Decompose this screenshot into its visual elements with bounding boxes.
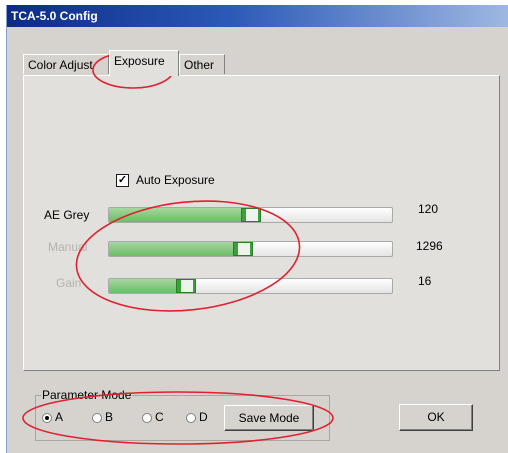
parameter-mode-title: Parameter Mode: [41, 388, 133, 402]
manual-label: Manual: [48, 240, 88, 254]
mode-a-radio[interactable]: [42, 413, 52, 423]
tab-color-adjust[interactable]: Color Adjust: [23, 54, 109, 74]
mode-d-radio[interactable]: [186, 413, 196, 423]
tab-exposure[interactable]: Exposure: [109, 50, 179, 76]
gain-label: Gain: [56, 276, 82, 290]
save-mode-button[interactable]: Save Mode: [224, 405, 314, 431]
parameter-mode-group: Parameter Mode A B C D Save Mode: [35, 388, 330, 441]
mode-c-radio[interactable]: [142, 413, 152, 423]
tab-other[interactable]: Other: [179, 54, 225, 74]
ae-grey-slider[interactable]: [108, 207, 393, 223]
mode-d-label: D: [199, 410, 208, 424]
title-bar[interactable]: TCA-5.0 Config: [7, 5, 508, 27]
auto-exposure-label: Auto Exposure: [136, 173, 215, 187]
gain-slider-fill: [109, 279, 186, 293]
mode-b-label: B: [105, 410, 114, 424]
tab-exposure-label: Exposure: [114, 54, 165, 68]
ok-label: OK: [427, 410, 445, 424]
manual-slider-fill: [109, 242, 243, 256]
window-title: TCA-5.0 Config: [11, 9, 98, 23]
manual-value: 1296: [416, 239, 443, 253]
checkmark-icon: ✓: [117, 174, 128, 186]
mode-c-label: C: [155, 410, 164, 424]
gain-slider-thumb[interactable]: [176, 279, 196, 293]
auto-exposure-checkbox[interactable]: ✓: [116, 174, 129, 187]
ae-grey-slider-thumb[interactable]: [241, 208, 261, 222]
mode-a-label: A: [55, 410, 64, 424]
tab-color-adjust-label: Color Adjust: [28, 58, 93, 72]
save-mode-label: Save Mode: [238, 411, 300, 425]
gain-slider[interactable]: [108, 278, 393, 294]
ok-button[interactable]: OK: [399, 404, 473, 431]
config-window: TCA-5.0 Config Color Adjust Exposure Oth…: [6, 5, 508, 453]
ae-grey-slider-fill: [109, 208, 251, 222]
manual-slider[interactable]: [108, 241, 393, 257]
ae-grey-label: AE Grey: [44, 208, 90, 222]
mode-b-radio[interactable]: [92, 413, 102, 423]
manual-slider-thumb[interactable]: [233, 242, 253, 256]
exposure-panel: ✓ Auto Exposure AE Grey 120 Manual 1296 …: [23, 75, 500, 371]
ae-grey-value: 120: [418, 202, 439, 216]
tab-other-label: Other: [184, 58, 215, 72]
gain-value: 16: [418, 274, 432, 288]
